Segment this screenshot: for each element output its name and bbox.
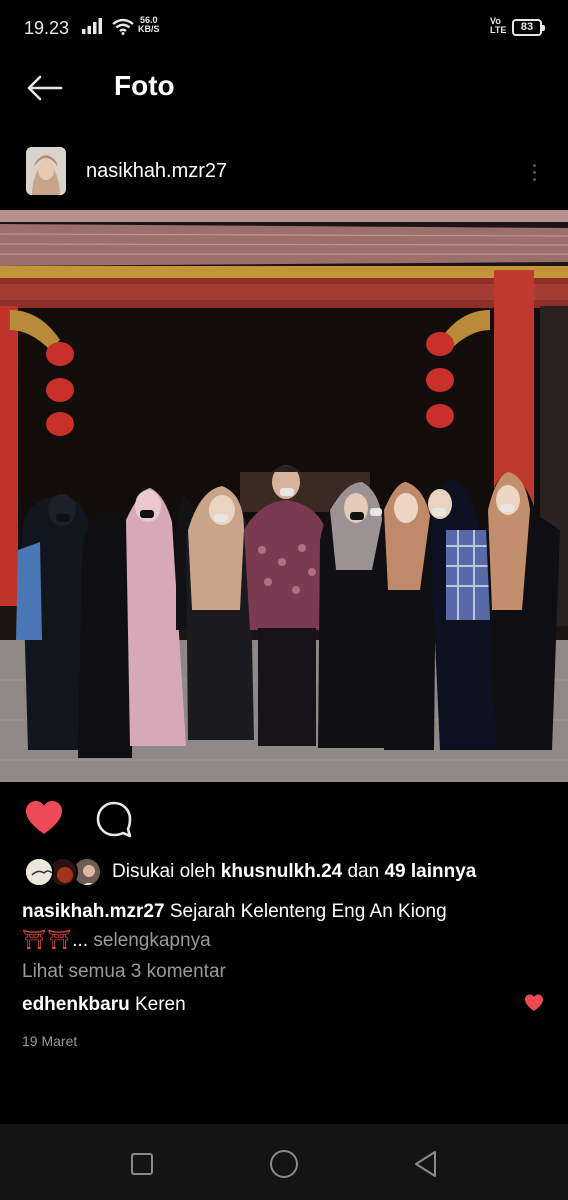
- heart-icon: [26, 801, 62, 834]
- comment-like-button[interactable]: [524, 994, 544, 1012]
- battery-icon: 83: [512, 19, 545, 36]
- liker-username[interactable]: khusnulkh.24: [221, 861, 342, 882]
- likes-conjunction: dan: [342, 861, 385, 882]
- caption-ellipsis: ...: [72, 930, 94, 951]
- likes-text: Disukai oleh khusnulkh.24 dan 49 lainnya: [112, 861, 476, 883]
- torii-emoji: ⛩⛩: [22, 930, 73, 951]
- circle-icon: [270, 1150, 298, 1178]
- comment-button[interactable]: [94, 799, 134, 839]
- status-time: 19.23: [24, 18, 70, 38]
- status-bar: 19.23 56.0 KB/S Vo LTE 83: [0, 0, 568, 56]
- caption-username[interactable]: nasikhah.mzr27: [22, 901, 165, 922]
- comment-username[interactable]: edhenkbaru: [22, 994, 130, 1015]
- volte-indicator: Vo LTE: [490, 17, 506, 35]
- arrow-left-icon: [27, 75, 63, 101]
- signal-icon: [82, 18, 104, 39]
- recents-button[interactable]: [122, 1144, 162, 1184]
- likes-prefix: Disukai oleh: [112, 861, 221, 882]
- post-username[interactable]: nasikhah.mzr27: [86, 160, 227, 183]
- dot-icon: [532, 177, 536, 181]
- network-speed: 56.0 KB/S: [138, 16, 160, 34]
- more-options-button[interactable]: [522, 154, 546, 190]
- nav-back-button[interactable]: [406, 1144, 446, 1184]
- app-bar: Foto: [0, 56, 568, 120]
- comment-bubble-icon: [96, 801, 132, 838]
- home-button[interactable]: [264, 1144, 304, 1184]
- post-photo[interactable]: [0, 210, 568, 782]
- post-date: 19 Maret: [22, 1033, 78, 1049]
- page-title: Foto: [114, 70, 175, 101]
- back-button[interactable]: [20, 68, 68, 108]
- post-caption: nasikhah.mzr27 Sejarah Kelenteng Eng An …: [22, 897, 542, 955]
- post-actions: [0, 795, 568, 845]
- caption-more-link[interactable]: selengkapnya: [93, 930, 210, 951]
- comment-row: edhenkbaru Keren: [22, 994, 546, 1020]
- avatar: [24, 857, 54, 887]
- post-header: nasikhah.mzr27: [0, 140, 568, 204]
- volte-bottom: LTE: [490, 25, 507, 35]
- speed-unit: KB/S: [138, 24, 160, 34]
- caption-text: Sejarah Kelenteng Eng An Kiong: [169, 901, 447, 922]
- system-nav-bar: [0, 1124, 568, 1200]
- likes-row[interactable]: Disukai oleh khusnulkh.24 dan 49 lainnya: [24, 856, 476, 888]
- comment-text: Keren: [134, 994, 186, 1015]
- dot-icon: [532, 170, 536, 174]
- wifi-icon: [112, 18, 134, 40]
- heart-icon: [525, 994, 543, 1011]
- dot-icon: [532, 163, 536, 167]
- avatar[interactable]: [26, 147, 66, 195]
- view-all-comments-link[interactable]: Lihat semua 3 komentar: [22, 961, 226, 983]
- triangle-back-icon: [415, 1151, 436, 1177]
- like-button[interactable]: [24, 800, 64, 836]
- likes-others-count[interactable]: 49 lainnya: [384, 861, 476, 882]
- square-icon: [131, 1153, 153, 1175]
- liker-avatars: [24, 857, 104, 887]
